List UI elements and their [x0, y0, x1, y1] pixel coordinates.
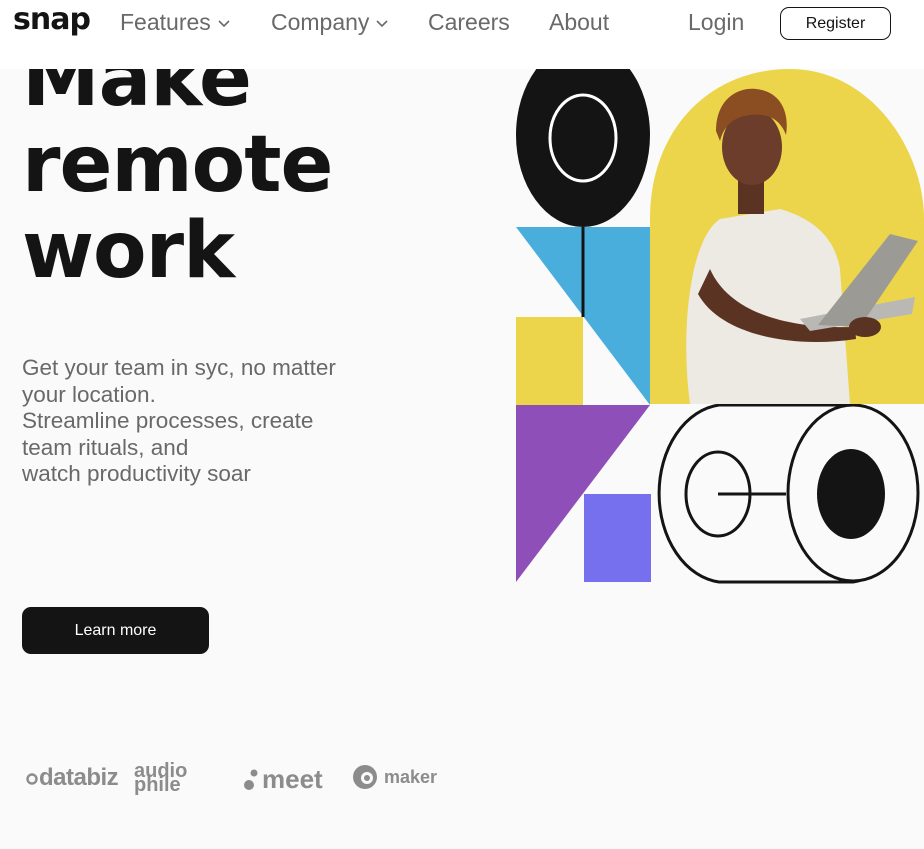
- nav-careers-label: Careers: [428, 9, 510, 35]
- hero-description-line: watch productivity soar: [22, 461, 251, 486]
- databiz-mark-icon: [26, 773, 38, 785]
- hero-title-line: remote: [22, 120, 333, 210]
- meet-logo-text: meet: [262, 764, 323, 794]
- yellow-rect-shape: [516, 317, 583, 405]
- hero-title: Make remote work: [22, 36, 442, 294]
- meet-logo: meet: [244, 764, 323, 795]
- chevron-down-icon: [376, 19, 389, 27]
- hero-description-line: team rituals, and: [22, 434, 189, 460]
- snap-logo[interactable]: snap: [13, 2, 91, 37]
- violet-square-shape: [584, 494, 651, 582]
- register-button[interactable]: Register: [780, 7, 891, 40]
- databiz-logo: databiz: [26, 764, 119, 792]
- audiophile-logo: audio phile: [134, 761, 187, 796]
- nav-company-label: Company: [271, 9, 370, 35]
- nav-careers[interactable]: Careers: [428, 9, 510, 36]
- maker-logo: maker: [352, 764, 437, 790]
- hero-illustration: [516, 43, 924, 585]
- chevron-down-icon: [218, 19, 230, 27]
- cylinder-hole-shape: [817, 449, 885, 539]
- audiophile-logo-bottom: phile: [134, 774, 181, 796]
- black-oval-shape: [516, 43, 650, 227]
- person-with-laptop-image: [650, 69, 924, 404]
- hero-title-line: work: [22, 206, 235, 296]
- meet-mark-icon: [244, 769, 258, 790]
- learn-more-button[interactable]: Learn more: [22, 607, 209, 654]
- hero-description: Get your team in syc, no matter your loc…: [22, 355, 422, 488]
- nav-company[interactable]: Company: [271, 9, 389, 36]
- nav-about-label: About: [549, 9, 610, 35]
- databiz-logo-text: databiz: [39, 764, 119, 791]
- nav-features-label: Features: [120, 9, 211, 35]
- maker-mark-icon: [353, 765, 377, 789]
- hero-description-line: your location.: [22, 381, 156, 407]
- nav-about[interactable]: About: [549, 9, 609, 36]
- login-link[interactable]: Login: [688, 9, 744, 36]
- maker-logo-text: maker: [384, 766, 438, 787]
- site-header: snap Features Company Careers About Logi…: [0, 0, 924, 69]
- hero-description-line: Streamline processes, create: [22, 408, 314, 433]
- hero-description-line: Get your team in syc, no matter: [22, 355, 336, 380]
- nav-features[interactable]: Features: [120, 9, 231, 36]
